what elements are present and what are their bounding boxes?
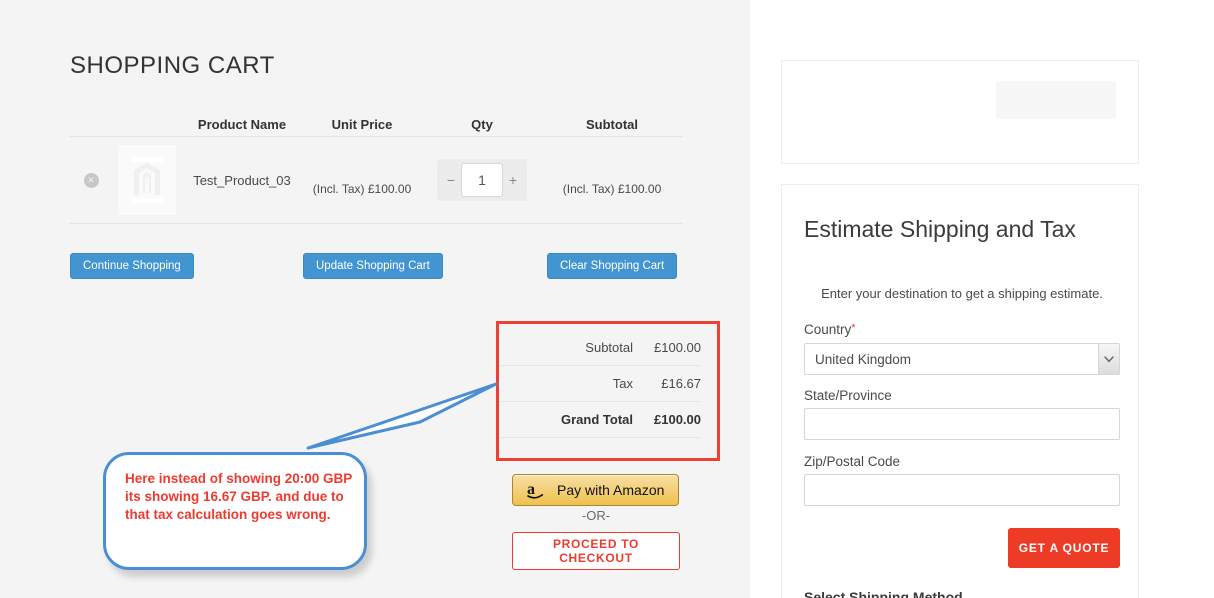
totals-label-subtotal: Subtotal xyxy=(585,340,633,355)
totals-value-tax: £16.67 xyxy=(645,376,701,391)
country-select-wrap xyxy=(804,343,1120,375)
totals-highlight-box: Subtotal £100.00 Tax £16.67 Grand Total … xyxy=(496,321,720,461)
qty-increase-button[interactable]: + xyxy=(503,172,523,188)
quantity-stepper: − + xyxy=(437,159,527,201)
cart-table: Product Name Unit Price Qty Subtotal ✕ xyxy=(70,104,682,224)
continue-shopping-button[interactable]: Continue Shopping xyxy=(70,253,194,279)
totals-row-tax: Tax £16.67 xyxy=(499,376,701,402)
qty-input[interactable] xyxy=(461,163,503,197)
country-select[interactable] xyxy=(804,343,1120,375)
chevron-down-glyph xyxy=(1104,356,1114,363)
cell-unit-price: (Incl. Tax) £100.00 xyxy=(302,164,422,196)
totals-value-grand-total: £100.00 xyxy=(645,412,701,427)
placeholder-block xyxy=(996,81,1116,119)
column-header-unit-price: Unit Price xyxy=(302,117,422,132)
amazon-logo-icon: a xyxy=(527,480,549,500)
cell-product-name[interactable]: Test_Product_03 xyxy=(182,173,302,188)
table-row: ✕ Test_Product_03 (Incl. Tax) £100.00 − xyxy=(70,137,682,224)
column-header-subtotal: Subtotal xyxy=(542,117,682,132)
or-separator-label: -OR- xyxy=(512,508,680,523)
cell-thumbnail xyxy=(112,145,182,215)
cart-table-header: Product Name Unit Price Qty Subtotal xyxy=(70,104,682,137)
select-shipping-method-title: Select Shipping Method xyxy=(804,589,963,598)
cart-page: SHOPPING CART Product Name Unit Price Qt… xyxy=(0,0,1214,598)
proceed-to-checkout-button[interactable]: PROCEED TO CHECKOUT xyxy=(512,532,680,570)
totals-label-tax: Tax xyxy=(613,376,633,391)
update-shopping-cart-button[interactable]: Update Shopping Cart xyxy=(303,253,443,279)
page-title: SHOPPING CART xyxy=(70,52,275,80)
required-mark: * xyxy=(851,322,855,334)
cell-subtotal: (Incl. Tax) £100.00 xyxy=(542,164,682,196)
pay-with-amazon-button[interactable]: a Pay with Amazon xyxy=(512,474,679,506)
remove-item-icon[interactable]: ✕ xyxy=(84,173,99,188)
totals-row-grand-total: Grand Total £100.00 xyxy=(499,412,701,438)
state-province-label: State/Province xyxy=(804,388,892,403)
product-thumbnail[interactable] xyxy=(118,145,176,215)
estimate-shipping-hint: Enter your destination to get a shipping… xyxy=(804,286,1120,301)
zip-postal-code-label: Zip/Postal Code xyxy=(804,454,900,469)
cell-remove: ✕ xyxy=(70,173,112,188)
totals-row-subtotal: Subtotal £100.00 xyxy=(499,340,701,366)
blank-panel xyxy=(781,60,1139,164)
column-header-product-name: Product Name xyxy=(182,117,302,132)
totals-list: Subtotal £100.00 Tax £16.67 Grand Total … xyxy=(499,324,717,448)
clear-shopping-cart-button[interactable]: Clear Shopping Cart xyxy=(547,253,677,279)
cell-qty: − + xyxy=(422,159,542,201)
column-header-qty: Qty xyxy=(422,117,542,132)
annotation-text: Here instead of showing 20:00 GBP its sh… xyxy=(125,470,357,524)
get-a-quote-button[interactable]: GET A QUOTE xyxy=(1008,528,1120,568)
estimate-shipping-panel: Estimate Shipping and Tax Enter your des… xyxy=(781,184,1139,598)
totals-label-grand-total: Grand Total xyxy=(561,412,633,427)
totals-value-subtotal: £100.00 xyxy=(645,340,701,355)
zip-postal-code-input[interactable] xyxy=(804,474,1120,506)
chevron-down-icon[interactable] xyxy=(1098,344,1119,374)
qty-decrease-button[interactable]: − xyxy=(441,172,461,188)
pay-with-amazon-label: Pay with Amazon xyxy=(557,482,664,498)
country-label: Country* xyxy=(804,322,856,337)
annotation-callout: Here instead of showing 20:00 GBP its sh… xyxy=(103,452,367,570)
estimate-shipping-title: Estimate Shipping and Tax xyxy=(804,216,1076,243)
magento-placeholder-icon xyxy=(127,155,167,205)
state-province-input[interactable] xyxy=(804,408,1120,440)
country-label-text: Country xyxy=(804,322,851,337)
